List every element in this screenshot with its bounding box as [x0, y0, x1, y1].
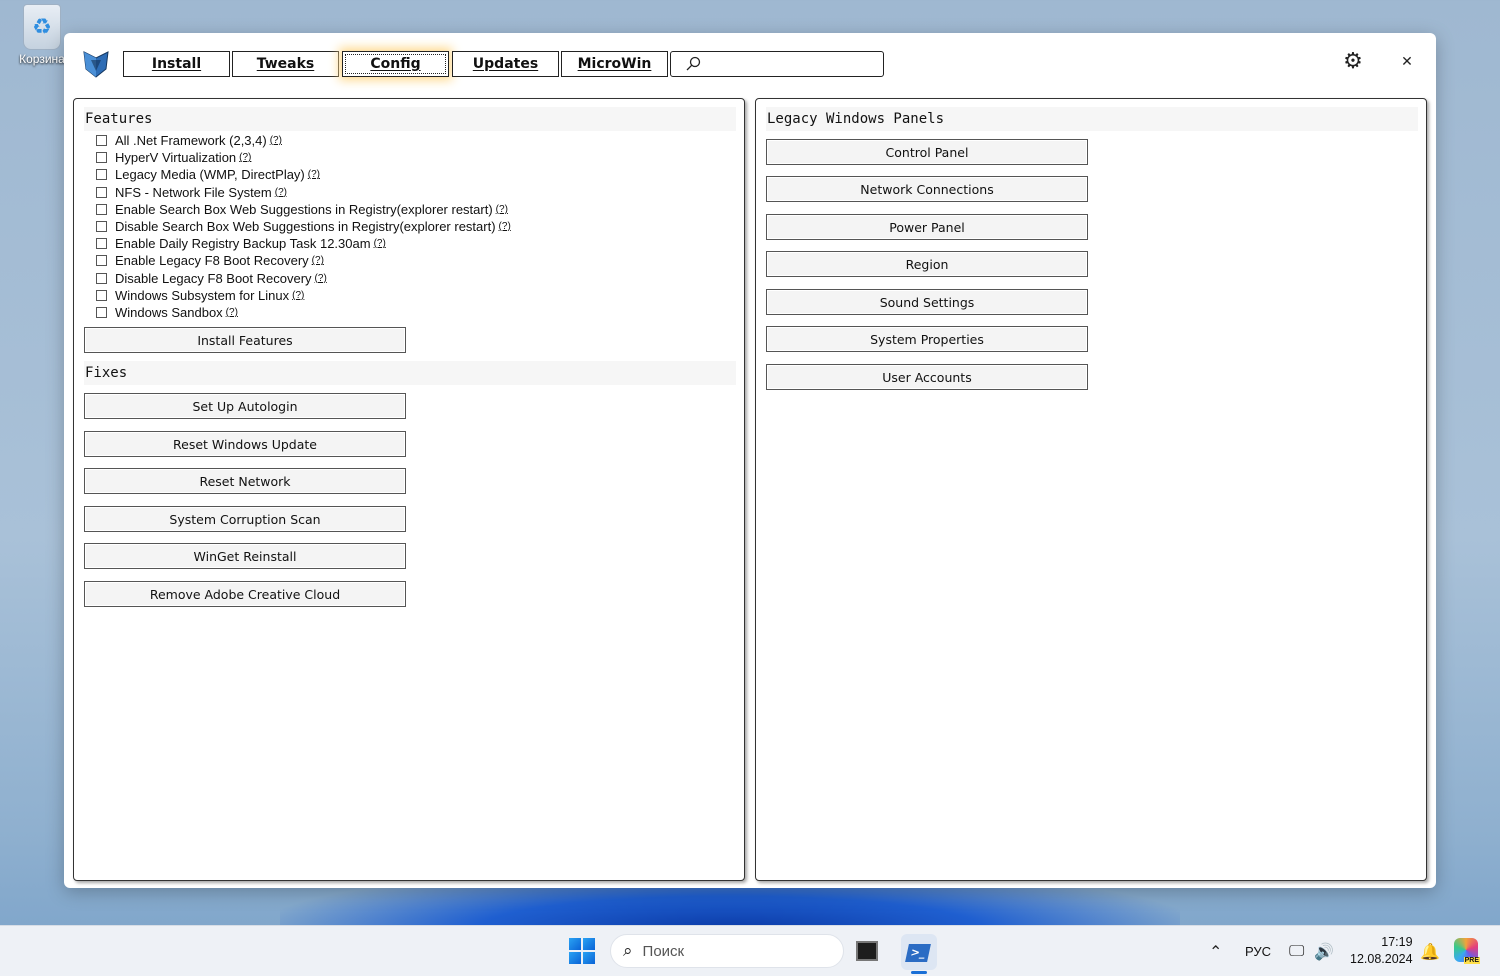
- features-title: Features: [84, 107, 736, 131]
- tab-updates[interactable]: Updates: [452, 51, 559, 77]
- feature-item[interactable]: Disable Search Box Web Suggestions in Re…: [96, 218, 511, 235]
- help-link[interactable]: (?): [499, 221, 511, 232]
- settings-gear-icon[interactable]: ⚙: [1341, 50, 1365, 74]
- tab-config[interactable]: Config: [342, 51, 449, 77]
- taskbar-search-label: Поиск: [642, 942, 685, 960]
- app-logo-icon: [83, 51, 109, 78]
- help-link[interactable]: (?): [374, 238, 386, 249]
- sound-settings-button[interactable]: Sound Settings: [766, 289, 1088, 315]
- power-panel-button[interactable]: Power Panel: [766, 214, 1088, 240]
- copilot-badge: PRE: [1463, 957, 1480, 964]
- clock-date: 12.08.2024: [1350, 952, 1413, 966]
- start-windows-icon[interactable]: [569, 938, 595, 964]
- feature-label: Enable Search Box Web Suggestions in Reg…: [115, 201, 493, 217]
- help-link[interactable]: (?): [226, 307, 238, 318]
- user-accounts-button[interactable]: User Accounts: [766, 364, 1088, 390]
- feature-label: Windows Subsystem for Linux: [115, 287, 290, 303]
- help-link[interactable]: (?): [239, 152, 251, 163]
- feature-label: Enable Daily Registry Backup Task 12.30a…: [115, 236, 371, 252]
- search-box[interactable]: [670, 51, 884, 77]
- network-icon[interactable]: 🖵: [1289, 926, 1304, 976]
- region-button[interactable]: Region: [766, 251, 1088, 277]
- tab-install[interactable]: Install: [123, 51, 230, 77]
- feature-item[interactable]: Enable Search Box Web Suggestions in Reg…: [96, 201, 511, 218]
- recycle-bin-icon: ♻: [23, 4, 61, 50]
- checkbox[interactable]: [96, 272, 107, 284]
- left-panel: Features All .Net Framework (2,3,4) (?) H…: [73, 98, 745, 881]
- help-link[interactable]: (?): [292, 290, 304, 301]
- desktop-recycle-bin[interactable]: ♻ Корзина: [14, 4, 70, 66]
- feature-item[interactable]: Windows Subsystem for Linux (?): [96, 287, 511, 304]
- install-features-button[interactable]: Install Features: [84, 327, 406, 353]
- checkbox[interactable]: [96, 221, 107, 233]
- close-icon[interactable]: ✕: [1397, 51, 1417, 73]
- reset-network-button[interactable]: Reset Network: [84, 468, 406, 494]
- help-link[interactable]: (?): [275, 187, 287, 198]
- set-up-autologin-button[interactable]: Set Up Autologin: [84, 393, 406, 419]
- help-link[interactable]: (?): [315, 273, 327, 284]
- control-panel-button[interactable]: Control Panel: [766, 139, 1088, 165]
- checkbox[interactable]: [96, 186, 107, 198]
- search-icon: ⌕: [623, 941, 633, 961]
- remove-adobe-creative-cloud-button[interactable]: Remove Adobe Creative Cloud: [84, 581, 406, 607]
- checkbox[interactable]: [96, 152, 107, 164]
- feature-label: Enable Legacy F8 Boot Recovery: [115, 253, 309, 269]
- system-properties-button[interactable]: System Properties: [766, 326, 1088, 352]
- help-link[interactable]: (?): [308, 169, 320, 180]
- checkbox[interactable]: [96, 255, 107, 267]
- feature-label: All .Net Framework (2,3,4): [115, 133, 267, 149]
- feature-item[interactable]: All .Net Framework (2,3,4) (?): [96, 132, 511, 149]
- feature-label: Disable Search Box Web Suggestions in Re…: [115, 219, 496, 235]
- help-link[interactable]: (?): [312, 255, 324, 266]
- checkbox[interactable]: [96, 289, 107, 301]
- feature-item[interactable]: HyperV Virtualization (?): [96, 149, 511, 166]
- notification-bell-icon[interactable]: 🔔: [1420, 926, 1440, 976]
- feature-item[interactable]: NFS - Network File System (?): [96, 184, 511, 201]
- tab-microwin[interactable]: MicroWin: [561, 51, 668, 77]
- copilot-icon[interactable]: PRE: [1454, 938, 1480, 964]
- feature-label: Windows Sandbox: [115, 304, 223, 320]
- checkbox[interactable]: [96, 135, 107, 147]
- system-corruption-scan-button[interactable]: System Corruption Scan: [84, 506, 406, 532]
- search-icon: [686, 56, 701, 71]
- help-link[interactable]: (?): [270, 135, 282, 146]
- clock[interactable]: 17:19 12.08.2024: [1350, 934, 1413, 968]
- feature-item[interactable]: Enable Legacy F8 Boot Recovery (?): [96, 252, 511, 269]
- winget-reinstall-button[interactable]: WinGet Reinstall: [84, 543, 406, 569]
- network-connections-button[interactable]: Network Connections: [766, 176, 1088, 202]
- feature-label: Disable Legacy F8 Boot Recovery: [115, 270, 312, 286]
- checkbox[interactable]: [96, 238, 107, 250]
- clock-time: 17:19: [1381, 935, 1413, 949]
- feature-label: NFS - Network File System: [115, 184, 272, 200]
- feature-item[interactable]: Disable Legacy F8 Boot Recovery (?): [96, 270, 511, 287]
- checkbox[interactable]: [96, 203, 107, 215]
- tab-tweaks[interactable]: Tweaks: [232, 51, 339, 77]
- feature-label: HyperV Virtualization: [115, 150, 237, 166]
- right-panel: Legacy Windows Panels Control Panel Netw…: [755, 98, 1427, 881]
- features-list: All .Net Framework (2,3,4) (?) HyperV Vir…: [96, 132, 511, 321]
- volume-icon[interactable]: 🔊: [1314, 926, 1334, 976]
- recycle-bin-label: Корзина: [19, 52, 65, 66]
- feature-item[interactable]: Windows Sandbox (?): [96, 304, 511, 321]
- reset-windows-update-button[interactable]: Reset Windows Update: [84, 431, 406, 457]
- winutil-window: Install Tweaks Config Updates MicroWin ⚙…: [64, 33, 1436, 888]
- feature-item[interactable]: Legacy Media (WMP, DirectPlay) (?): [96, 166, 511, 183]
- powershell-app-icon[interactable]: >_: [901, 934, 937, 974]
- language-indicator[interactable]: РУС: [1245, 926, 1271, 976]
- feature-item[interactable]: Enable Daily Registry Backup Task 12.30a…: [96, 235, 511, 252]
- terminal-app-icon[interactable]: [856, 941, 878, 961]
- tray-chevron-up-icon[interactable]: ⌃: [1209, 926, 1222, 976]
- taskbar: ⌕ Поиск >_ ⌃ РУС 🖵 🔊 17:19 12.08.2024 🔔 …: [0, 925, 1500, 976]
- search-input[interactable]: [707, 53, 883, 75]
- help-link[interactable]: (?): [496, 204, 508, 215]
- checkbox[interactable]: [96, 306, 107, 318]
- taskbar-search[interactable]: ⌕ Поиск: [610, 934, 844, 968]
- legacy-panels-title: Legacy Windows Panels: [766, 107, 1418, 131]
- feature-label: Legacy Media (WMP, DirectPlay): [115, 167, 305, 183]
- checkbox[interactable]: [96, 169, 107, 181]
- fixes-title: Fixes: [84, 361, 736, 385]
